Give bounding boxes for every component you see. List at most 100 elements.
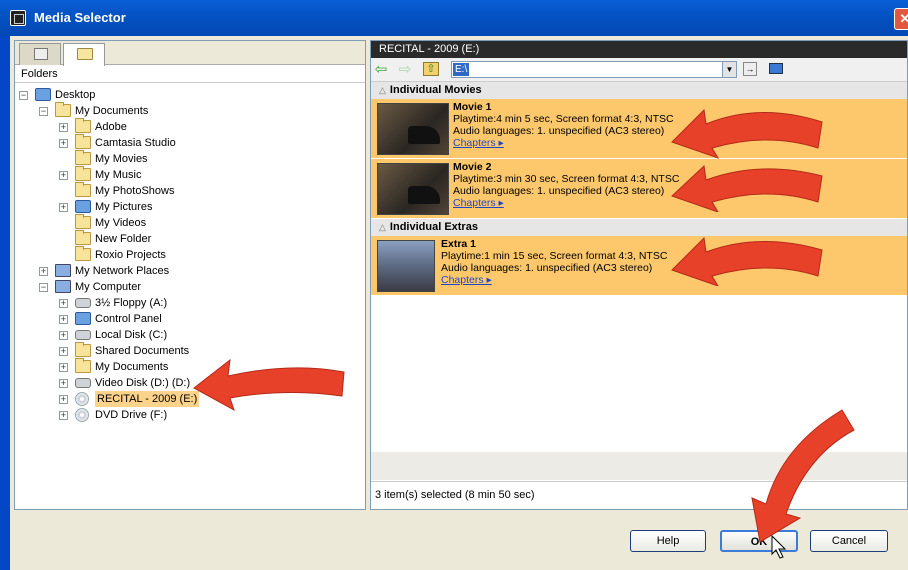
tree-node[interactable]: + My Music [15,166,365,183]
tree-node-label: Shared Documents [95,345,190,357]
video-thumbnail [377,103,449,155]
expand-icon[interactable]: + [59,363,68,372]
expand-icon[interactable]: + [59,203,68,212]
address-dropdown-icon[interactable]: ▼ [722,61,737,78]
forward-arrow-icon[interactable]: ⇨ [397,62,413,78]
red-arrow-icon [671,236,823,286]
tree-node-label: Control Panel [95,313,162,325]
drive-icon [75,330,91,340]
go-arrow-icon[interactable]: → [743,62,757,76]
tree-node-label: Desktop [55,89,96,101]
tree-node-label: 3½ Floppy (A:) [95,297,168,309]
tree-node[interactable]: − My Documents [15,102,365,119]
expand-icon[interactable]: + [59,139,68,148]
tree-node-label: My PhotoShows [95,185,175,197]
tree-node[interactable]: My Movies [15,150,365,167]
media-info: Extra 1 Playtime:1 min 15 sec, Screen for… [441,238,667,286]
expand-icon[interactable]: + [59,411,68,420]
tree-node[interactable]: + Camtasia Studio [15,134,365,151]
section-title: Individual Extras [389,221,478,233]
up-folder-icon[interactable]: ⇧ [423,62,439,76]
chapters-link[interactable]: Chapters ▸ [453,137,674,149]
dvd-icon [75,408,89,422]
back-arrow-icon[interactable]: ⇦ [373,62,389,78]
expand-icon[interactable]: + [39,267,48,276]
drive-icon [75,378,91,388]
tree-node[interactable]: New Folder [15,230,365,247]
monitor-icon[interactable] [769,63,783,74]
tree-node[interactable]: My PhotoShows [15,182,365,199]
tree-node[interactable]: + Control Panel [15,311,365,327]
tab-folders[interactable] [63,43,105,66]
folder-icon [55,102,71,117]
expand-icon[interactable]: + [59,171,68,180]
tree-node[interactable]: − My Computer [15,279,365,295]
title-bar: Media Selector ✕ [0,0,908,36]
list-view-icon [34,48,48,60]
music-folder-icon [75,166,91,181]
expand-icon[interactable]: + [59,299,68,308]
expand-icon[interactable]: + [59,347,68,356]
tree-node-label: My Network Places [75,265,170,277]
folder-icon [75,182,91,197]
chapters-link[interactable]: Chapters ▸ [453,197,679,209]
collapse-icon[interactable]: − [39,283,48,292]
folders-pane: Folders − Desktop − My Documents + Adobe + Camt… [14,40,366,510]
tree-node[interactable]: + Adobe [15,118,365,135]
close-button[interactable]: ✕ [894,8,908,30]
collapse-icon[interactable]: − [39,107,48,116]
tree-node-label: Local Disk (C:) [95,329,168,341]
help-button[interactable]: Help [630,530,706,552]
section-title: Individual Movies [389,84,482,96]
expand-icon[interactable]: + [59,395,68,404]
folder-icon [75,214,91,229]
tree-node-label: My Music [95,169,142,181]
tree-node[interactable]: + Local Disk (C:) [15,327,365,343]
tab-list-view[interactable] [19,43,61,65]
collapse-icon[interactable]: − [19,91,28,100]
computer-icon [55,280,71,293]
collapse-chevron-icon[interactable]: △ [379,222,386,232]
address-bar: ⇦ ⇨ ⇧ E:\ ▼ → [371,58,907,82]
floppy-icon [75,298,91,308]
red-arrow-icon [671,108,823,159]
video-thumbnail [377,240,435,292]
tree-node[interactable]: Roxio Projects [15,246,365,263]
collapse-chevron-icon[interactable]: △ [379,85,386,95]
video-thumbnail [377,163,449,215]
expand-icon[interactable]: + [59,331,68,340]
tree-node-label: Adobe [95,121,127,133]
tree-node[interactable]: − Desktop [15,87,365,103]
expand-icon[interactable]: + [59,379,68,388]
window-title: Media Selector [34,10,126,25]
address-value: E:\ [453,63,470,76]
desktop-icon [35,88,51,101]
location-header: RECITAL - 2009 (E:) [371,41,907,58]
expand-icon[interactable]: + [59,315,68,324]
network-icon [55,264,71,277]
section-header[interactable]: △ Individual Movies [371,82,907,99]
tree-node[interactable]: + My Pictures [15,199,365,215]
tree-node[interactable]: My Videos [15,214,365,231]
media-audio: Audio languages: 1. unspecified (AC3 ste… [453,185,665,197]
media-playtime: Playtime:3 min 30 sec, Screen format 4:3… [453,173,680,185]
tree-node-label: Video Disk (D:) (D:) [95,377,191,389]
red-arrow-icon [671,164,823,212]
tree-node[interactable]: +3½ Floppy (A:) [15,295,365,311]
media-info: Movie 1 Playtime:4 min 5 sec, Screen form… [453,101,674,149]
red-arrow-icon [193,358,345,412]
tree-node[interactable]: + My Network Places [15,263,365,279]
expand-icon[interactable]: + [59,123,68,132]
tree-node-label: My Videos [95,217,147,229]
media-name: Movie 1 [453,101,492,113]
address-input[interactable]: E:\ [451,61,737,78]
chapters-link[interactable]: Chapters ▸ [441,274,667,286]
mouse-cursor-icon [771,534,787,559]
folder-icon [75,118,91,133]
tree-node-label: Roxio Projects [95,249,166,261]
app-icon [10,10,26,26]
media-info: Movie 2 Playtime:3 min 30 sec, Screen for… [453,161,679,209]
folders-label: Folders [15,65,365,83]
dvd-icon [75,392,89,406]
tree-node-label: My Movies [95,153,148,165]
